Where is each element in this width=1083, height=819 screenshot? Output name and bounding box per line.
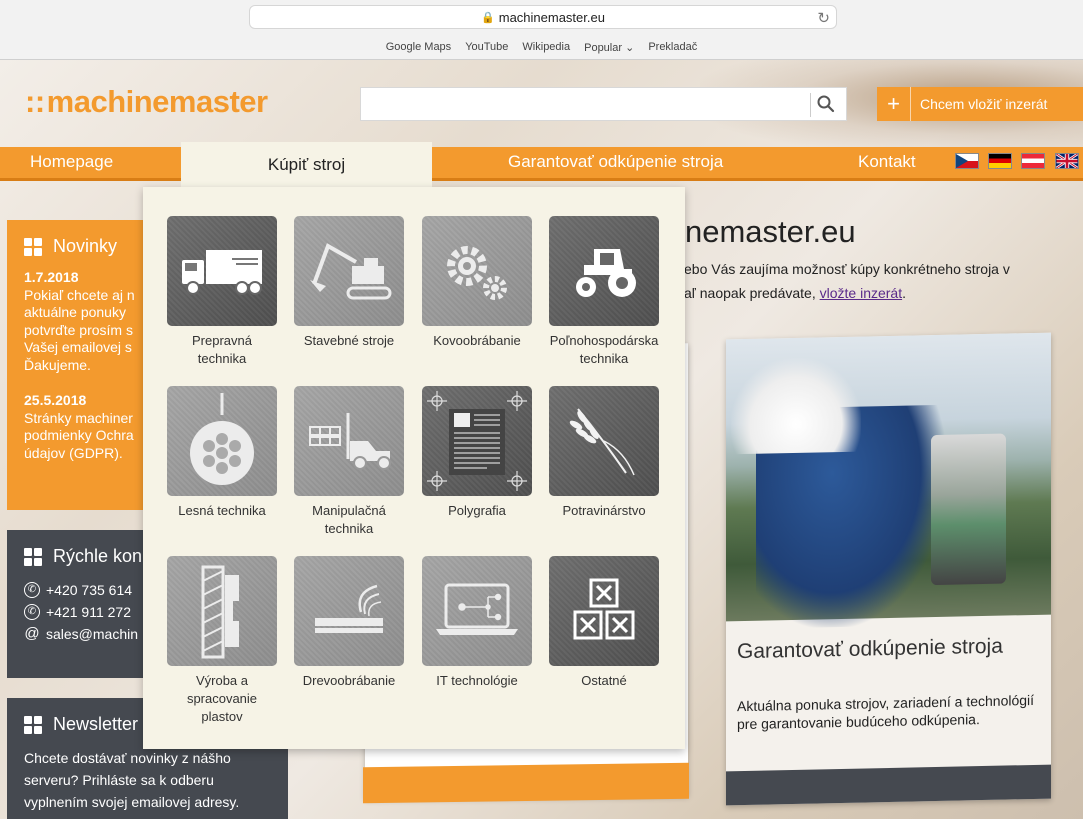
category-label: Výroba a spracovanie plastov xyxy=(186,673,258,724)
nav-homepage[interactable]: Homepage xyxy=(30,152,113,172)
tractor-icon xyxy=(576,249,636,297)
category-label: Prepravná technika xyxy=(192,333,252,366)
gears-icon xyxy=(447,246,507,300)
search-input[interactable] xyxy=(361,88,801,120)
category-label: Ostatné xyxy=(581,673,627,688)
category-construction[interactable]: Stavebné stroje xyxy=(294,216,404,350)
category-plastics[interactable]: Výroba a spracovanie plastov xyxy=(167,556,277,726)
url-text: machinemaster.eu xyxy=(498,9,605,25)
guarantee-card-title: Garantovať odkúpenie stroja xyxy=(737,634,1003,664)
bookmark-youtube[interactable]: YouTube xyxy=(465,41,508,53)
reload-icon[interactable]: ↻ xyxy=(817,9,830,27)
logs-icon xyxy=(190,393,254,485)
phone-icon: ✆ xyxy=(24,604,40,620)
nav-buy-machine[interactable]: Kúpiť stroj xyxy=(181,142,432,187)
wood-plank-icon xyxy=(315,584,383,633)
search-box xyxy=(360,87,847,121)
category-printing[interactable]: Polygrafia xyxy=(422,386,532,520)
category-label: Kovoobrábanie xyxy=(433,333,521,348)
category-handling[interactable]: Manipulačná technika xyxy=(294,386,404,538)
category-forestry[interactable]: Lesná technika xyxy=(167,386,277,520)
contact-title: Rýchle kon xyxy=(53,546,143,566)
logo-dots-icon: :: xyxy=(25,84,45,119)
guarantee-card-footer xyxy=(726,764,1051,806)
laptop-icon xyxy=(436,583,518,635)
buy-machine-dropdown: Prepravná technika Stavebné stroje Kovoo… xyxy=(143,187,685,749)
main-nav: Homepage Garantovať odkúpenie stroja Kon… xyxy=(0,147,1083,181)
plastic-profile-icon xyxy=(201,565,239,659)
category-metalworking[interactable]: Kovoobrábanie xyxy=(422,216,532,350)
surveyor-photo xyxy=(726,332,1051,629)
page-title: nemaster.eu xyxy=(685,214,856,249)
forklift-icon xyxy=(309,413,391,470)
boxes-icon xyxy=(573,578,635,640)
photo-helmet xyxy=(731,356,861,455)
flag-at-icon[interactable] xyxy=(1021,153,1045,169)
category-label: Poľnohospodárska technika xyxy=(549,333,659,366)
at-icon: @ xyxy=(24,625,40,642)
bookmark-google-maps[interactable]: Google Maps xyxy=(386,41,451,53)
guarantee-card[interactable]: Garantovať odkúpenie stroja Aktuálna pon… xyxy=(726,332,1051,806)
category-other[interactable]: Ostatné xyxy=(549,556,659,690)
offer-card-footer xyxy=(363,762,689,804)
grid-icon xyxy=(24,715,42,734)
truck-icon xyxy=(182,250,262,295)
chevron-down-icon: ⌄ xyxy=(622,41,635,54)
nav-guarantee[interactable]: Garantovať odkúpenie stroja xyxy=(508,152,723,172)
lock-icon: 🔒 xyxy=(481,11,495,24)
bookmark-popular[interactable]: Popular ⌄ xyxy=(584,41,634,54)
excavator-icon xyxy=(310,243,392,300)
guarantee-card-text: Aktuálna ponuka strojov, zariadení a tec… xyxy=(737,691,1035,733)
newsletter-text: Chcete dostávať novinky z nášho serveru?… xyxy=(24,750,240,810)
site-logo[interactable]: ::machinemaster xyxy=(25,84,268,120)
grid-icon xyxy=(24,547,42,566)
category-it[interactable]: IT technológie xyxy=(422,556,532,690)
nav-contact[interactable]: Kontakt xyxy=(858,152,916,172)
bookmark-prekladac[interactable]: Prekladač xyxy=(648,41,697,53)
print-sheet-icon xyxy=(427,391,527,491)
bookmarks-bar: Google Maps YouTube Wikipedia Popular ⌄ … xyxy=(0,36,1083,58)
flag-cz-icon[interactable] xyxy=(955,153,979,169)
bookmark-wikipedia[interactable]: Wikipedia xyxy=(522,41,570,53)
category-woodworking[interactable]: Drevoobrábanie xyxy=(294,556,404,690)
newsletter-title: Newsletter xyxy=(53,714,139,734)
category-label: Potravinárstvo xyxy=(562,503,646,518)
category-label: Drevoobrábanie xyxy=(302,673,396,688)
grid-icon xyxy=(24,237,42,256)
search-divider xyxy=(810,93,811,117)
category-label: Polygrafia xyxy=(448,503,506,518)
news-title: Novinky xyxy=(53,236,118,256)
wheat-icon xyxy=(569,408,635,476)
add-listing-button[interactable]: + Chcem vložiť inzerát xyxy=(877,87,1083,121)
photo-total-station xyxy=(931,433,1006,586)
intro-text: ebo Vás zaujíma možnosť kúpy konkrétneho… xyxy=(684,261,1010,301)
plus-icon: + xyxy=(877,87,911,121)
category-food[interactable]: Potravinárstvo xyxy=(549,386,659,520)
search-icon[interactable] xyxy=(816,94,836,114)
flag-uk-icon[interactable] xyxy=(1055,153,1079,169)
phone-icon: ✆ xyxy=(24,582,40,598)
add-listing-link[interactable]: vložte inzerát xyxy=(820,285,902,301)
category-label: IT technológie xyxy=(436,673,518,688)
category-label: Stavebné stroje xyxy=(303,333,395,348)
flag-de-icon[interactable] xyxy=(988,153,1012,169)
category-label: Manipulačná technika xyxy=(312,503,386,536)
category-agriculture[interactable]: Poľnohospodárska technika xyxy=(549,216,659,368)
address-bar[interactable]: 🔒 machinemaster.eu ↻ xyxy=(249,5,837,29)
category-transport[interactable]: Prepravná technika xyxy=(167,216,277,368)
category-label: Lesná technika xyxy=(178,503,266,518)
